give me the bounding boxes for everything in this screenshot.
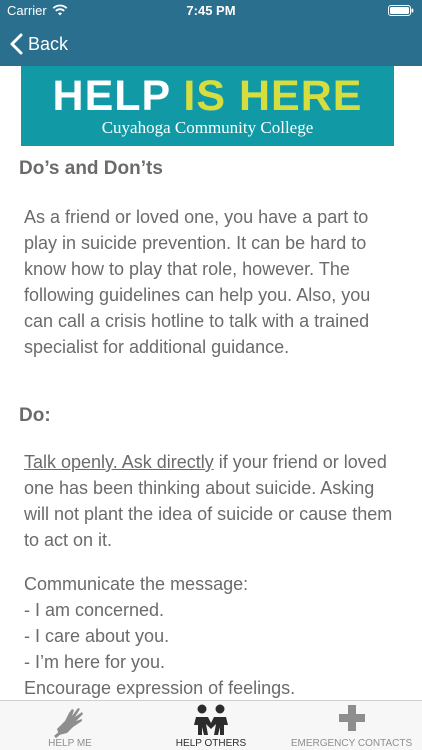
banner-title-help: HELP xyxy=(52,72,171,120)
plus-cross-icon xyxy=(338,705,365,731)
tab-bar: HELP ME HELP OTHERS EMERGENCY CONTACTS xyxy=(0,700,422,750)
navigation-bar: Carrier 7:45 PM Back xyxy=(0,0,422,66)
talk-openly-link[interactable]: Talk openly. Ask directly xyxy=(24,452,214,472)
banner-title: HELP IS HERE xyxy=(21,72,394,120)
tab-help-me[interactable]: HELP ME xyxy=(0,701,140,750)
dos-donts-heading: Do’s and Don’ts xyxy=(19,158,163,179)
intro-paragraph: As a friend or loved one, you have a par… xyxy=(24,207,371,357)
content-scroll-area[interactable]: Do’s and Don’ts As a friend or loved one… xyxy=(0,146,422,700)
tab-help-me-label: HELP ME xyxy=(48,738,92,749)
banner-title-is-here: IS HERE xyxy=(183,72,363,120)
hand-icon xyxy=(54,708,83,739)
back-button[interactable]: Back xyxy=(10,31,68,57)
banner-subtitle: Cuyahoga Community College xyxy=(101,118,314,137)
back-button-label: Back xyxy=(28,33,69,54)
tab-emergency-contacts[interactable]: EMERGENCY CONTACTS xyxy=(281,701,422,750)
people-icon xyxy=(194,704,228,735)
battery-icon xyxy=(388,5,414,16)
app-screen: Carrier 7:45 PM Back HELP IS HERE Cuyaho… xyxy=(0,0,422,750)
help-is-here-banner: HELP IS HERE Cuyahoga Community College xyxy=(21,66,394,146)
status-bar: Carrier 7:45 PM xyxy=(0,0,422,22)
clock: 7:45 PM xyxy=(186,3,236,18)
message-line: Encourage expression of feelings. xyxy=(24,678,296,698)
tab-help-others[interactable]: HELP OTHERS xyxy=(141,701,281,750)
tab-help-others-label: HELP OTHERS xyxy=(175,738,247,749)
message-line: - I care about you. xyxy=(24,626,170,646)
do-item-talk-openly: Talk openly. Ask directly if your friend… xyxy=(24,449,404,553)
message-line: - I am concerned. xyxy=(24,600,165,620)
tab-emergency-contacts-label: EMERGENCY CONTACTS xyxy=(290,738,413,749)
do-heading: Do: xyxy=(19,405,51,426)
message-intro: Communicate the message: xyxy=(24,574,249,594)
chevron-left-icon xyxy=(10,33,23,55)
message-line: - I’m here for you. xyxy=(24,652,166,672)
message-block: Communicate the message: - I am concerne… xyxy=(24,571,404,700)
